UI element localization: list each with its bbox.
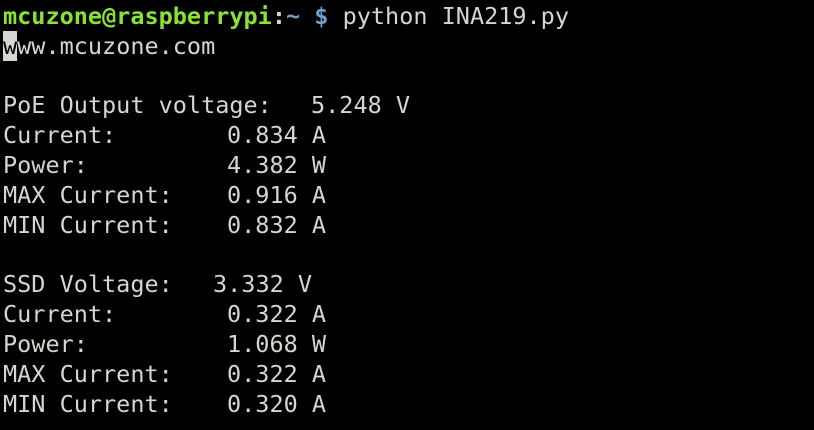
prompt-command: python INA219.py bbox=[342, 2, 569, 30]
prompt-cwd: ~ bbox=[285, 2, 301, 30]
ssd-voltage-label: SSD Voltage: bbox=[3, 270, 173, 298]
poe-power-row: Power: 4.382 W bbox=[3, 150, 326, 180]
poe-voltage-value: 5.248 V bbox=[311, 91, 411, 119]
ssd-current-label: Current: bbox=[3, 300, 117, 328]
ssd-voltage-value: 3.332 V bbox=[213, 270, 313, 298]
ssd-voltage-row: SSD Voltage: 3.332 V bbox=[3, 269, 312, 299]
terminal-cursor: w bbox=[3, 31, 18, 61]
poe-voltage-row: PoE Output voltage: 5.248 V bbox=[3, 90, 410, 120]
banner-text: ww.mcuzone.com bbox=[17, 32, 216, 60]
poe-max-current-row: MAX Current: 0.916 A bbox=[3, 180, 326, 210]
poe-min-current-value: 0.832 A bbox=[227, 211, 327, 239]
poe-power-label: Power: bbox=[3, 151, 88, 179]
ssd-min-current-value: 0.320 A bbox=[227, 390, 327, 418]
prompt-user-host: mcuzone@raspberrypi bbox=[3, 2, 272, 30]
poe-current-value: 0.834 A bbox=[227, 121, 327, 149]
terminal-window[interactable]: mcuzone@raspberrypi:~ $ python INA219.py… bbox=[0, 0, 814, 430]
banner-line: www.mcuzone.com bbox=[3, 31, 215, 61]
poe-min-current-label: MIN Current: bbox=[3, 211, 173, 239]
ssd-power-label: Power: bbox=[3, 330, 88, 358]
poe-power-value: 4.382 W bbox=[227, 151, 327, 179]
prompt-separator: : bbox=[271, 2, 286, 30]
ssd-power-value: 1.068 W bbox=[227, 330, 327, 358]
prompt-symbol: $ bbox=[314, 2, 329, 30]
poe-max-current-value: 0.916 A bbox=[227, 181, 327, 209]
prompt-line: mcuzone@raspberrypi:~ $ python INA219.py bbox=[3, 1, 569, 31]
ssd-min-current-row: MIN Current: 0.320 A bbox=[3, 389, 326, 419]
poe-max-current-label: MAX Current: bbox=[3, 181, 173, 209]
poe-current-label: Current: bbox=[3, 121, 117, 149]
poe-voltage-label: PoE Output voltage: bbox=[3, 91, 272, 119]
ssd-max-current-label: MAX Current: bbox=[3, 360, 173, 388]
ssd-min-current-label: MIN Current: bbox=[3, 390, 173, 418]
ssd-max-current-value: 0.322 A bbox=[227, 360, 327, 388]
ssd-power-row: Power: 1.068 W bbox=[3, 329, 326, 359]
ssd-current-row: Current: 0.322 A bbox=[3, 299, 326, 329]
poe-current-row: Current: 0.834 A bbox=[3, 120, 326, 150]
ssd-current-value: 0.322 A bbox=[227, 300, 327, 328]
ssd-max-current-row: MAX Current: 0.322 A bbox=[3, 359, 326, 389]
poe-min-current-row: MIN Current: 0.832 A bbox=[3, 210, 326, 240]
